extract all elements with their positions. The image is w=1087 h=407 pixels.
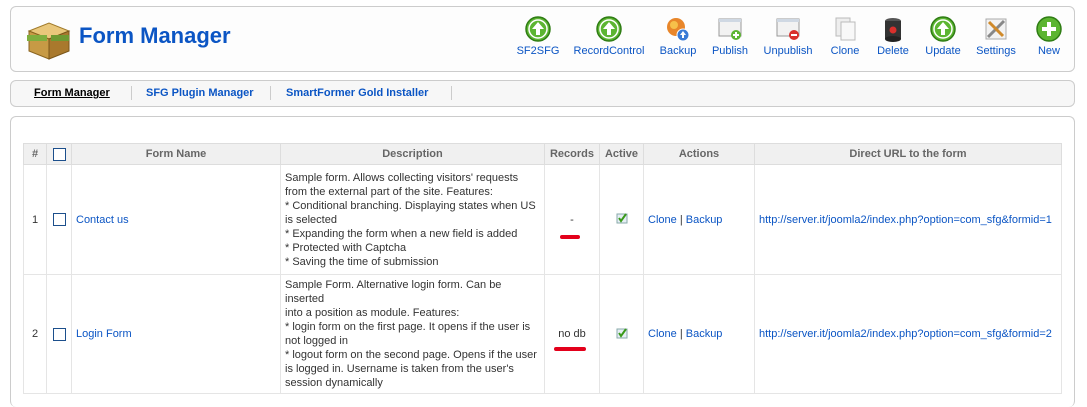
form-name-cell: Login Form — [71, 274, 281, 394]
description-line: not logged in — [285, 335, 348, 347]
published-check-icon[interactable] — [616, 327, 628, 342]
new-button[interactable]: New — [1009, 15, 1087, 57]
actions-separator: | — [679, 213, 683, 226]
recordcontrol-button-label: RecordControl — [573, 45, 645, 57]
records-value: no db — [558, 328, 586, 340]
description-line: * logout form on the second page. Opens … — [285, 349, 537, 361]
description-line: is logged in. Username is taken from the… — [285, 363, 514, 375]
description-line: * login form on the first page. It opens… — [285, 321, 531, 333]
col-header-actions: Actions — [643, 143, 755, 165]
form-name-link[interactable]: Login Form — [76, 328, 132, 340]
actions-separator: | — [679, 328, 683, 340]
sf2sfg-button[interactable]: SF2SFG — [498, 15, 578, 57]
backup-link[interactable]: Backup — [686, 214, 723, 226]
description-line: from the external part of the site. Feat… — [285, 185, 493, 198]
records-cell: no db — [544, 274, 600, 394]
new-button-label: New — [1037, 45, 1060, 57]
records-cell: - — [544, 164, 600, 275]
submenu-separator — [270, 86, 271, 100]
plus-icon — [1009, 15, 1087, 43]
description-cell: Sample form. Allows collecting visitors'… — [280, 164, 545, 275]
description-line: * Expanding the form when a new field is… — [285, 227, 518, 240]
description-line: is selected — [285, 213, 337, 226]
toolbar-panel: Form Manager SF2SFG RecordControl Backup Pu… — [10, 6, 1075, 72]
red-underline-mark — [554, 347, 586, 351]
col-header-num: # — [23, 143, 47, 165]
red-underline-mark — [560, 235, 580, 239]
recordcontrol-button[interactable]: RecordControl — [569, 15, 649, 57]
content-panel: # Form Name Description Records Active A… — [10, 116, 1075, 407]
col-header-description[interactable]: Description — [280, 143, 545, 165]
submenu-item-form-manager[interactable]: Form Manager — [34, 87, 110, 99]
row-checkbox[interactable] — [52, 327, 66, 341]
col-header-url: Direct URL to the form — [754, 143, 1062, 165]
form-url-link[interactable]: http://server.it/joomla2/index.php?optio… — [759, 214, 1052, 226]
submenu-item-smartformer-gold-installer[interactable]: SmartFormer Gold Installer — [286, 87, 428, 99]
form-name-link[interactable]: Contact us — [76, 214, 129, 226]
active-cell — [599, 274, 644, 394]
description-line: Sample form. Allows collecting visitors'… — [285, 171, 519, 184]
clone-link[interactable]: Clone — [648, 328, 677, 340]
col-header-active[interactable]: Active — [599, 143, 644, 165]
table-row: 1 Contact us Sample form. Allows collect… — [23, 164, 1062, 275]
row-checkbox-cell — [46, 164, 72, 275]
select-all-checkbox[interactable] — [52, 147, 66, 161]
page-title: Form Manager — [79, 23, 231, 48]
form-name-cell: Contact us — [71, 164, 281, 275]
col-header-form-name[interactable]: Form Name — [71, 143, 281, 165]
description-line: session dynamically — [285, 377, 383, 389]
clone-link[interactable]: Clone — [648, 214, 677, 226]
backup-link[interactable]: Backup — [686, 328, 723, 340]
submenu-item-sfg-plugin-manager[interactable]: SFG Plugin Manager — [146, 87, 254, 99]
up-arrow-icon — [498, 15, 578, 43]
actions-cell: Clone | Backup — [643, 164, 755, 275]
actions-cell: Clone | Backup — [643, 274, 755, 394]
published-check-icon[interactable] — [616, 213, 628, 227]
description-line: Sample Form. Alternative login form. Can… — [285, 279, 502, 305]
package-box-icon — [25, 17, 73, 61]
description-cell: Sample Form. Alternative login form. Can… — [280, 274, 545, 394]
submenu-bar: Form Manager SFG Plugin Manager SmartForme… — [10, 80, 1075, 107]
row-checkbox-cell — [46, 274, 72, 394]
url-cell: http://server.it/joomla2/index.php?optio… — [754, 164, 1062, 275]
col-header-records[interactable]: Records — [544, 143, 600, 165]
col-header-checkbox — [46, 143, 72, 165]
description-line: * Conditional branching. Displaying stat… — [285, 199, 536, 212]
description-line: * Saving the time of submission — [285, 255, 439, 268]
form-url-link[interactable]: http://server.it/joomla2/index.php?optio… — [759, 328, 1052, 340]
up-arrow-icon — [569, 15, 649, 43]
active-cell — [599, 164, 644, 275]
row-number: 1 — [23, 164, 47, 275]
submenu-separator — [451, 86, 452, 100]
description-line: into a position as module. Features: — [285, 307, 460, 319]
table-row: 2 Login Form Sample Form. Alternative lo… — [23, 274, 1062, 394]
row-checkbox[interactable] — [52, 213, 66, 226]
description-line: * Protected with Captcha — [285, 241, 407, 254]
submenu-separator — [131, 86, 132, 100]
forms-table: # Form Name Description Records Active A… — [23, 143, 1062, 394]
table-header-row: # Form Name Description Records Active A… — [23, 143, 1062, 165]
sf2sfg-button-label: SF2SFG — [516, 45, 560, 57]
records-value: - — [570, 213, 574, 226]
url-cell: http://server.it/joomla2/index.php?optio… — [754, 274, 1062, 394]
row-number: 2 — [23, 274, 47, 394]
